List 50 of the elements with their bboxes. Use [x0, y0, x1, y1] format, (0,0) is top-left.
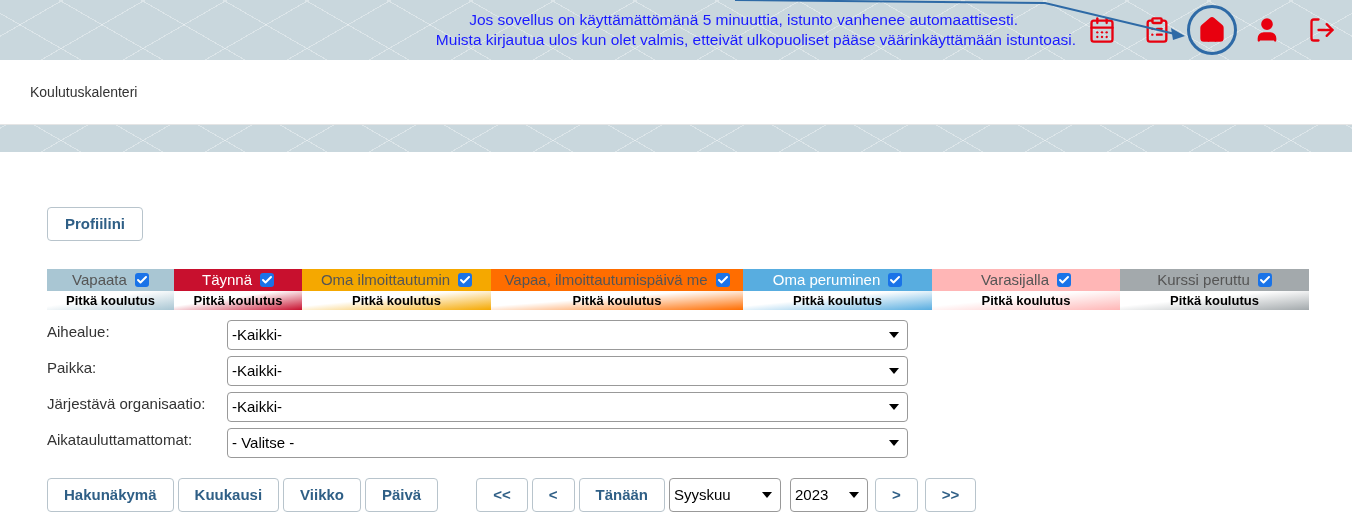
nav-button[interactable]: >>	[924, 478, 977, 512]
caret-icon	[889, 332, 899, 338]
legend-sample: Pitkä koulutus	[491, 291, 743, 310]
year-dropdown[interactable]: 2023	[790, 478, 868, 512]
filter-label: Aihealue:	[47, 322, 111, 342]
nav-button[interactable]: >	[875, 478, 918, 512]
legend-sample: Pitkä koulutus	[174, 291, 302, 310]
checkbox[interactable]	[1257, 273, 1272, 287]
calendar-icon[interactable]	[1088, 16, 1116, 44]
legend-sample: Pitkä koulutus	[743, 291, 932, 310]
nav-button[interactable]: Hakunäkymä	[47, 478, 174, 512]
home-icon[interactable]	[1198, 16, 1226, 44]
filter-label: Järjestävä organisaatio:	[47, 394, 207, 414]
caret-icon	[889, 368, 899, 374]
checkbox[interactable]	[458, 273, 473, 287]
nav-button[interactable]: Kuukausi	[177, 478, 280, 512]
filter-dropdown[interactable]: -Kaikki-	[227, 320, 908, 350]
caret-icon	[889, 404, 899, 410]
legend-sample: Pitkä koulutus	[932, 291, 1120, 310]
filter-dropdown[interactable]: -Kaikki-	[227, 356, 908, 386]
caret-icon	[762, 492, 772, 498]
profile-button[interactable]: Profiilini	[47, 207, 143, 241]
nav-button[interactable]: <	[531, 478, 575, 512]
status-legend-item[interactable]: Oma ilmoittautumin	[302, 269, 491, 291]
legend-sample: Pitkä koulutus	[1120, 291, 1309, 310]
checkbox[interactable]	[888, 273, 903, 287]
status-legend-item[interactable]: Täynnä	[174, 269, 302, 291]
checkbox[interactable]	[134, 273, 149, 287]
filter-dropdown[interactable]: - Valitse -	[227, 428, 908, 458]
checkbox[interactable]	[260, 273, 274, 287]
nav-button[interactable]: Tänään	[578, 478, 665, 512]
status-legend-item[interactable]: Vapaata	[47, 269, 174, 291]
legend-sample: Pitkä koulutus	[47, 291, 174, 310]
status-legend-item[interactable]: Varasijalla	[932, 269, 1120, 291]
nav-button[interactable]: Päivä	[365, 478, 439, 512]
page-title: Koulutuskalenteri	[30, 82, 138, 102]
logout-icon[interactable]	[1308, 16, 1336, 44]
filter-dropdown[interactable]: -Kaikki-	[227, 392, 908, 422]
nav-button[interactable]: Viikko	[283, 478, 361, 512]
legend-sample: Pitkä koulutus	[302, 291, 491, 310]
filter-label: Aikatauluttamattomat:	[47, 430, 194, 450]
caret-icon	[889, 440, 899, 446]
session-notice: Jos sovellus on käyttämättömänä 5 minuuttia, istunto vanhenee automaattisesti.	[469, 10, 1018, 30]
checkbox[interactable]	[1057, 273, 1072, 287]
filter-label: Paikka:	[47, 358, 98, 378]
checkbox[interactable]	[715, 273, 730, 287]
nav-button[interactable]: <<	[476, 478, 528, 512]
session-notice: Muista kirjautua ulos kun olet valmis, etteivät ulkopuoliset pääse väärinkäyttämään istuntoasi.	[435, 30, 1076, 50]
caret-icon	[849, 492, 859, 498]
month-dropdown[interactable]: Syyskuu	[669, 478, 781, 512]
